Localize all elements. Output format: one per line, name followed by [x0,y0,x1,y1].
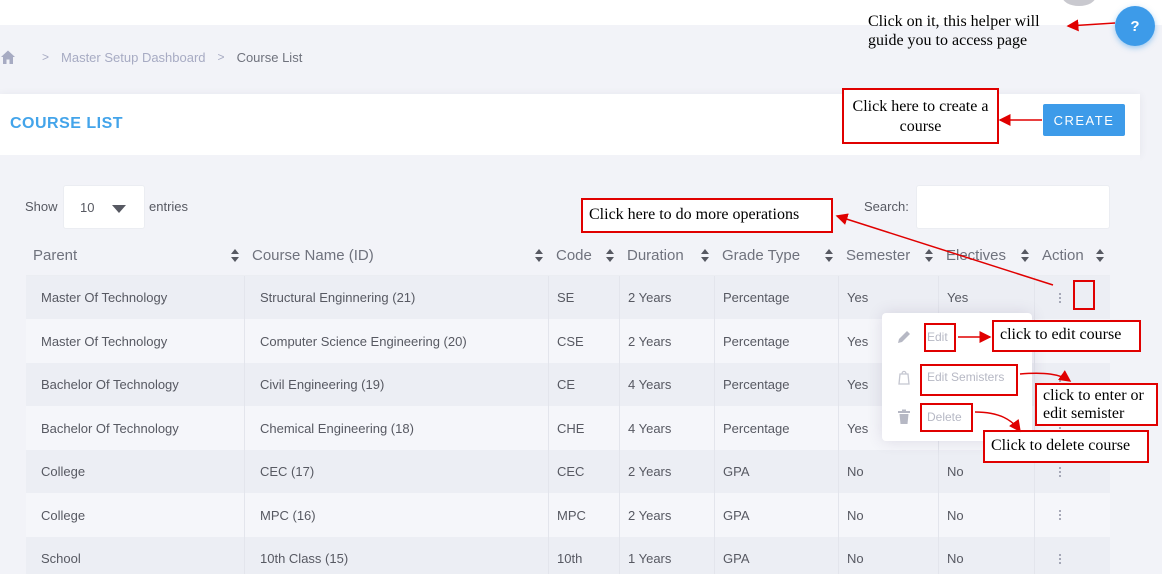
home-icon[interactable] [0,49,16,65]
table-row: College MPC (16) MPC 2 Years GPA No No [26,493,1110,537]
cell-grade-type: GPA [715,493,839,537]
more-actions-icon[interactable] [1058,537,1062,574]
cell-course-name: MPC (16) [245,493,549,537]
breadcrumb: > Master Setup Dashboard > Course List [0,45,302,69]
cell-course-name: Chemical Engineering (18) [245,406,549,450]
cell-duration: 2 Years [620,450,715,493]
cell-parent: Master Of Technology [26,319,245,363]
cell-parent: Master Of Technology [26,276,245,319]
column-header-code[interactable]: Code [549,236,620,276]
sort-icon [231,249,239,263]
breadcrumb-master-setup[interactable]: Master Setup Dashboard [61,50,206,65]
cell-code: MPC [549,493,620,537]
annotation-delete: Click to delete course [983,430,1149,463]
pencil-icon [898,331,910,343]
highlight-edit [924,323,956,352]
table-row: College CEC (17) CEC 2 Years GPA No No [26,450,1110,493]
annotation-create: Click here to create a course [842,88,999,144]
cell-duration: 4 Years [620,406,715,450]
table-row: School 10th Class (15) 10th 1 Years GPA No No [26,537,1110,574]
cell-grade-type: Percentage [715,406,839,450]
question-icon: ? [1130,17,1140,35]
page-title: COURSE LIST [10,115,124,132]
sort-icon [535,249,543,263]
show-label: Show [25,199,58,214]
cell-semester: No [839,537,939,574]
cell-code: CE [549,363,620,406]
cell-course-name: 10th Class (15) [245,537,549,574]
sort-icon [606,249,614,263]
sort-icon [1096,249,1104,263]
annotation-operations: Click here to do more operations [581,198,833,233]
user-avatar[interactable] [1062,0,1096,6]
cell-duration: 2 Years [620,319,715,363]
column-header-semester[interactable]: Semester [839,236,939,276]
cell-duration: 2 Years [620,276,715,319]
cell-course-name: Civil Engineering (19) [245,363,549,406]
sort-icon [925,249,933,263]
cell-parent: College [26,450,245,493]
cell-grade-type: GPA [715,450,839,493]
cell-code: CEC [549,450,620,493]
cell-semester: No [839,493,939,537]
cell-parent: Bachelor Of Technology [26,406,245,450]
cell-parent: Bachelor Of Technology [26,363,245,406]
cell-code: CSE [549,319,620,363]
more-actions-icon[interactable] [1058,276,1062,319]
bag-icon [898,370,910,385]
search-label: Search: [864,199,909,214]
cell-course-name: CEC (17) [245,450,549,493]
cell-duration: 1 Years [620,537,715,574]
cell-parent: School [26,537,245,574]
caret-down-icon [112,205,126,213]
breadcrumb-separator-icon: > [42,50,50,64]
column-header-grade-type[interactable]: Grade Type [715,236,839,276]
cell-code: 10th [549,537,620,574]
more-actions-icon[interactable] [1058,493,1062,537]
sort-icon [701,249,709,263]
column-header-duration[interactable]: Duration [620,236,715,276]
highlight-edit-semisters [920,364,1018,396]
annotation-semesters: click to enter or edit semister [1035,383,1158,426]
breadcrumb-separator-icon: > [217,50,225,64]
breadcrumb-course-list: Course List [236,49,303,65]
cell-course-name: Computer Science Engineering (20) [245,319,549,363]
column-header-parent[interactable]: Parent [26,236,245,276]
cell-code: CHE [549,406,620,450]
cell-electives: No [939,537,1035,574]
cell-grade-type: Percentage [715,319,839,363]
create-button[interactable]: CREATE [1043,104,1125,136]
cell-electives: No [939,493,1035,537]
trash-icon [898,409,910,424]
entries-value: 10 [80,200,95,215]
help-button[interactable]: ? [1115,6,1155,46]
column-header-action[interactable]: Action [1035,236,1110,276]
cell-duration: 2 Years [620,493,715,537]
cell-duration: 4 Years [620,363,715,406]
annotation-helper: Click on it, this helper will guide you … [868,13,1040,49]
entries-label: entries [149,199,189,214]
search-input[interactable] [916,185,1110,229]
highlight-delete [920,403,973,432]
column-header-electives[interactable]: Electives [939,236,1035,276]
cell-course-name: Structural Enginnering (21) [245,276,549,319]
column-header-course-name[interactable]: Course Name (ID) [245,236,549,276]
cell-grade-type: Percentage [715,363,839,406]
cell-code: SE [549,276,620,319]
cell-parent: College [26,493,245,537]
sort-icon [825,249,833,263]
annotation-edit: click to edit course [992,320,1141,352]
cell-semester: No [839,450,939,493]
cell-grade-type: Percentage [715,276,839,319]
entries-select[interactable]: 10 [63,185,145,229]
cell-grade-type: GPA [715,537,839,574]
highlight-more-actions [1073,280,1095,310]
sort-icon [1021,249,1029,263]
